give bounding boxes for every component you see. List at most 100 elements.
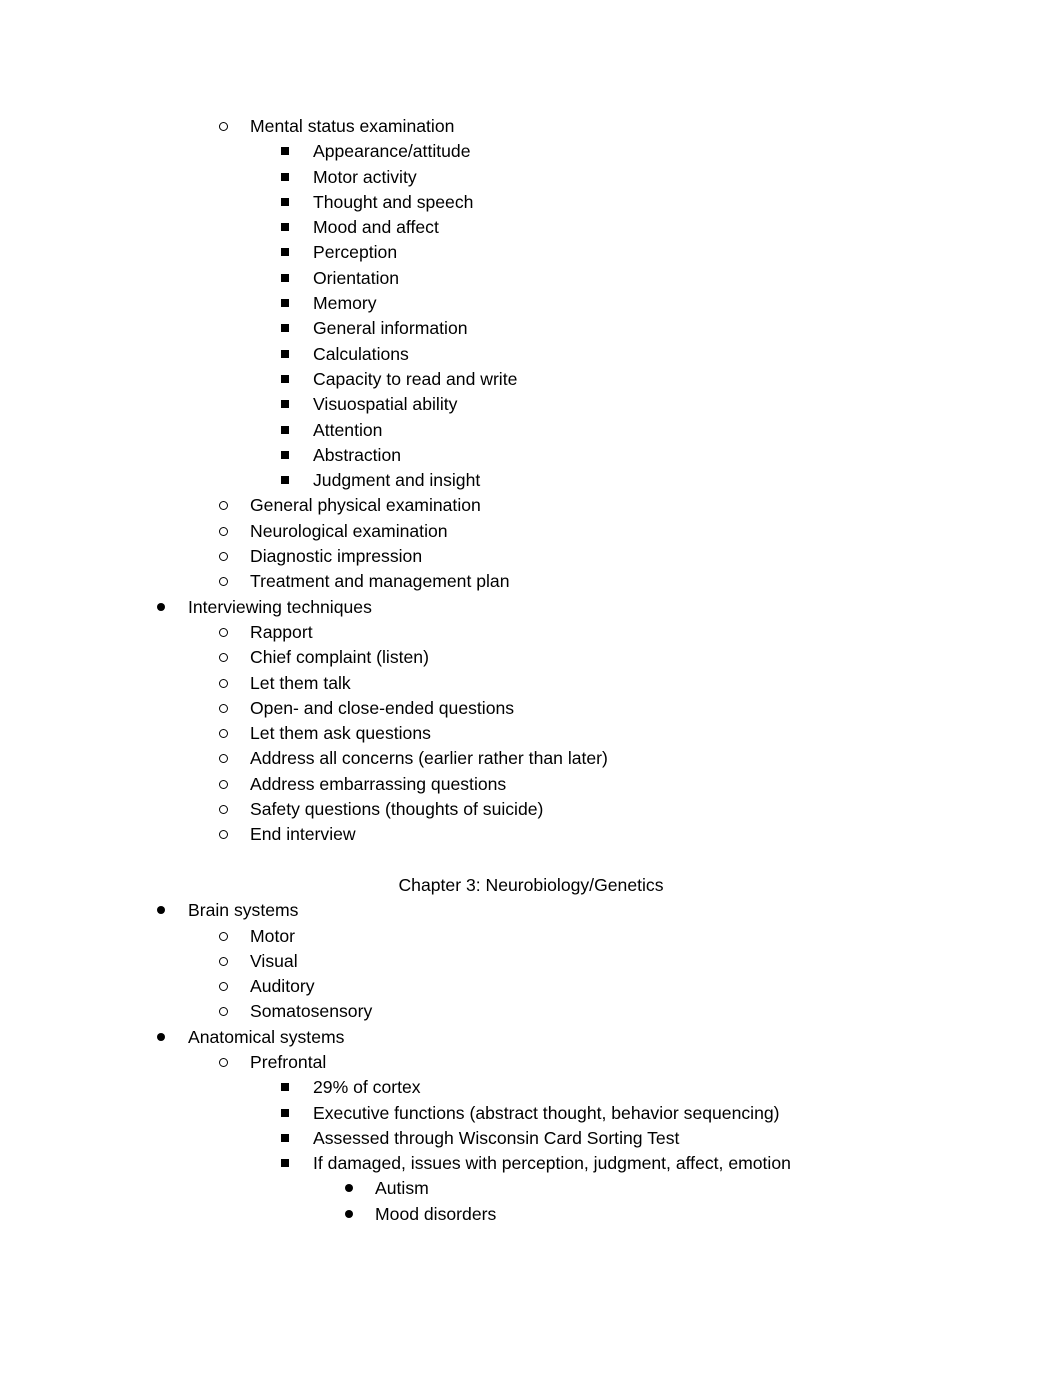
outline-item-label: Chief complaint (listen)	[250, 647, 429, 668]
outline-list-secondary: Brain systems Motor Visual Auditory Somatose…	[0, 898, 1062, 1227]
outline-item-label: Motor	[250, 925, 295, 946]
outline-item-label: General physical examination	[250, 495, 481, 516]
hollow-circle-bullet-icon	[219, 931, 228, 941]
outline-item: Memory	[0, 291, 1062, 316]
hollow-circle-bullet-icon	[219, 729, 228, 739]
filled-square-bullet-icon	[281, 223, 289, 232]
hollow-circle-bullet-icon	[219, 678, 228, 688]
filled-square-bullet-icon	[281, 197, 289, 206]
outline-item-label: Abstraction	[313, 444, 402, 465]
outline-item: Assessed through Wisconsin Card Sorting …	[0, 1126, 1062, 1151]
hollow-circle-bullet-icon	[219, 627, 228, 637]
outline-item: Capacity to read and write	[0, 367, 1062, 392]
filled-square-bullet-icon	[281, 1133, 289, 1142]
filled-square-bullet-icon	[281, 1108, 289, 1117]
outline-item: Open- and close-ended questions	[0, 696, 1062, 721]
filled-square-bullet-icon	[281, 349, 289, 358]
outline-item-label: Address embarrassing questions	[250, 773, 507, 794]
outline-item: Rapport	[0, 620, 1062, 645]
outline-item-label: Somatosensory	[250, 1001, 373, 1022]
filled-disc-bullet-icon	[345, 1209, 353, 1218]
hollow-circle-bullet-icon	[219, 552, 228, 562]
outline-item: General physical examination	[0, 493, 1062, 518]
outline-item-label: Assessed through Wisconsin Card Sorting …	[313, 1127, 680, 1148]
outline-item-label: Motor activity	[313, 166, 417, 187]
outline-item: Motor	[0, 924, 1062, 949]
outline-item-label: Executive functions (abstract thought, b…	[313, 1102, 780, 1123]
filled-square-bullet-icon	[281, 147, 289, 156]
outline-item-label: Anatomical systems	[188, 1026, 345, 1047]
filled-disc-bullet-icon	[345, 1184, 353, 1193]
outline-item: 29% of cortex	[0, 1075, 1062, 1100]
outline-item-label: Let them ask questions	[250, 723, 431, 744]
outline-item: Abstraction	[0, 443, 1062, 468]
filled-square-bullet-icon	[281, 1159, 289, 1168]
filled-square-bullet-icon	[281, 476, 289, 485]
outline-item: Motor activity	[0, 165, 1062, 190]
outline-item: Diagnostic impression	[0, 544, 1062, 569]
outline-item: Judgment and insight	[0, 468, 1062, 493]
hollow-circle-bullet-icon	[219, 501, 228, 511]
document-content: Mental status examination Appearance/atti…	[0, 114, 1062, 1227]
outline-item: Somatosensory	[0, 999, 1062, 1024]
outline-item: Calculations	[0, 342, 1062, 367]
hollow-circle-bullet-icon	[219, 703, 228, 713]
outline-item: Interviewing techniques	[0, 595, 1062, 620]
outline-item: Let them ask questions	[0, 721, 1062, 746]
outline-item: Mood disorders	[0, 1202, 1062, 1227]
outline-item: Attention	[0, 418, 1062, 443]
filled-square-bullet-icon	[281, 172, 289, 181]
outline-item: Safety questions (thoughts of suicide)	[0, 797, 1062, 822]
outline-item-label: Visual	[250, 950, 298, 971]
outline-item-label: Address all concerns (earlier rather tha…	[250, 748, 608, 769]
outline-item: Address all concerns (earlier rather tha…	[0, 746, 1062, 771]
outline-item-label: End interview	[250, 824, 356, 845]
outline-item-label: Neurological examination	[250, 520, 448, 541]
hollow-circle-bullet-icon	[219, 754, 228, 764]
filled-square-bullet-icon	[281, 400, 289, 409]
outline-item-label: Autism	[375, 1178, 429, 1199]
outline-item: Address embarrassing questions	[0, 772, 1062, 797]
hollow-circle-bullet-icon	[219, 1057, 228, 1067]
outline-item: Brain systems	[0, 898, 1062, 923]
hollow-circle-bullet-icon	[219, 122, 228, 131]
outline-item-label: Judgment and insight	[313, 470, 481, 491]
filled-square-bullet-icon	[281, 273, 289, 282]
outline-item: Neurological examination	[0, 519, 1062, 544]
filled-square-bullet-icon	[281, 425, 289, 434]
outline-item-label: Mental status examination	[250, 116, 455, 136]
outline-item-label: Orientation	[313, 267, 400, 288]
outline-item-label: Brain systems	[188, 900, 299, 921]
outline-item-label: Appearance/attitude	[313, 141, 471, 162]
outline-item-label: Calculations	[313, 343, 409, 364]
outline-item: General information	[0, 316, 1062, 341]
filled-square-bullet-icon	[281, 374, 289, 383]
outline-item-label: Safety questions (thoughts of suicide)	[250, 799, 544, 820]
outline-item: Let them talk	[0, 671, 1062, 696]
hollow-circle-bullet-icon	[219, 779, 228, 789]
outline-item-label: Attention	[313, 419, 383, 440]
document-page: Mental status examination Appearance/atti…	[0, 0, 1062, 1376]
outline-item-label: Mood and affect	[313, 217, 439, 238]
outline-item-label: General information	[313, 318, 468, 339]
hollow-circle-bullet-icon	[219, 956, 228, 966]
outline-item: Treatment and management plan	[0, 569, 1062, 594]
hollow-circle-bullet-icon	[219, 653, 228, 663]
outline-item-label: Auditory	[250, 976, 315, 997]
outline-item-label: Prefrontal	[250, 1051, 327, 1072]
filled-square-bullet-icon	[281, 1083, 289, 1092]
outline-item-label: 29% of cortex	[313, 1077, 421, 1098]
outline-item: Appearance/attitude	[0, 139, 1062, 164]
outline-item: Perception	[0, 240, 1062, 265]
outline-item: Executive functions (abstract thought, b…	[0, 1101, 1062, 1126]
filled-square-bullet-icon	[281, 299, 289, 308]
outline-item-label: Open- and close-ended questions	[250, 697, 515, 718]
outline-item-label: Thought and speech	[313, 191, 474, 212]
filled-square-bullet-icon	[281, 248, 289, 257]
filled-disc-bullet-icon	[157, 906, 165, 915]
chapter-heading: Chapter 3: Neurobiology/Genetics	[398, 874, 664, 895]
outline-item: Anatomical systems	[0, 1025, 1062, 1050]
filled-disc-bullet-icon	[157, 602, 165, 611]
outline-item: End interview	[0, 822, 1062, 847]
